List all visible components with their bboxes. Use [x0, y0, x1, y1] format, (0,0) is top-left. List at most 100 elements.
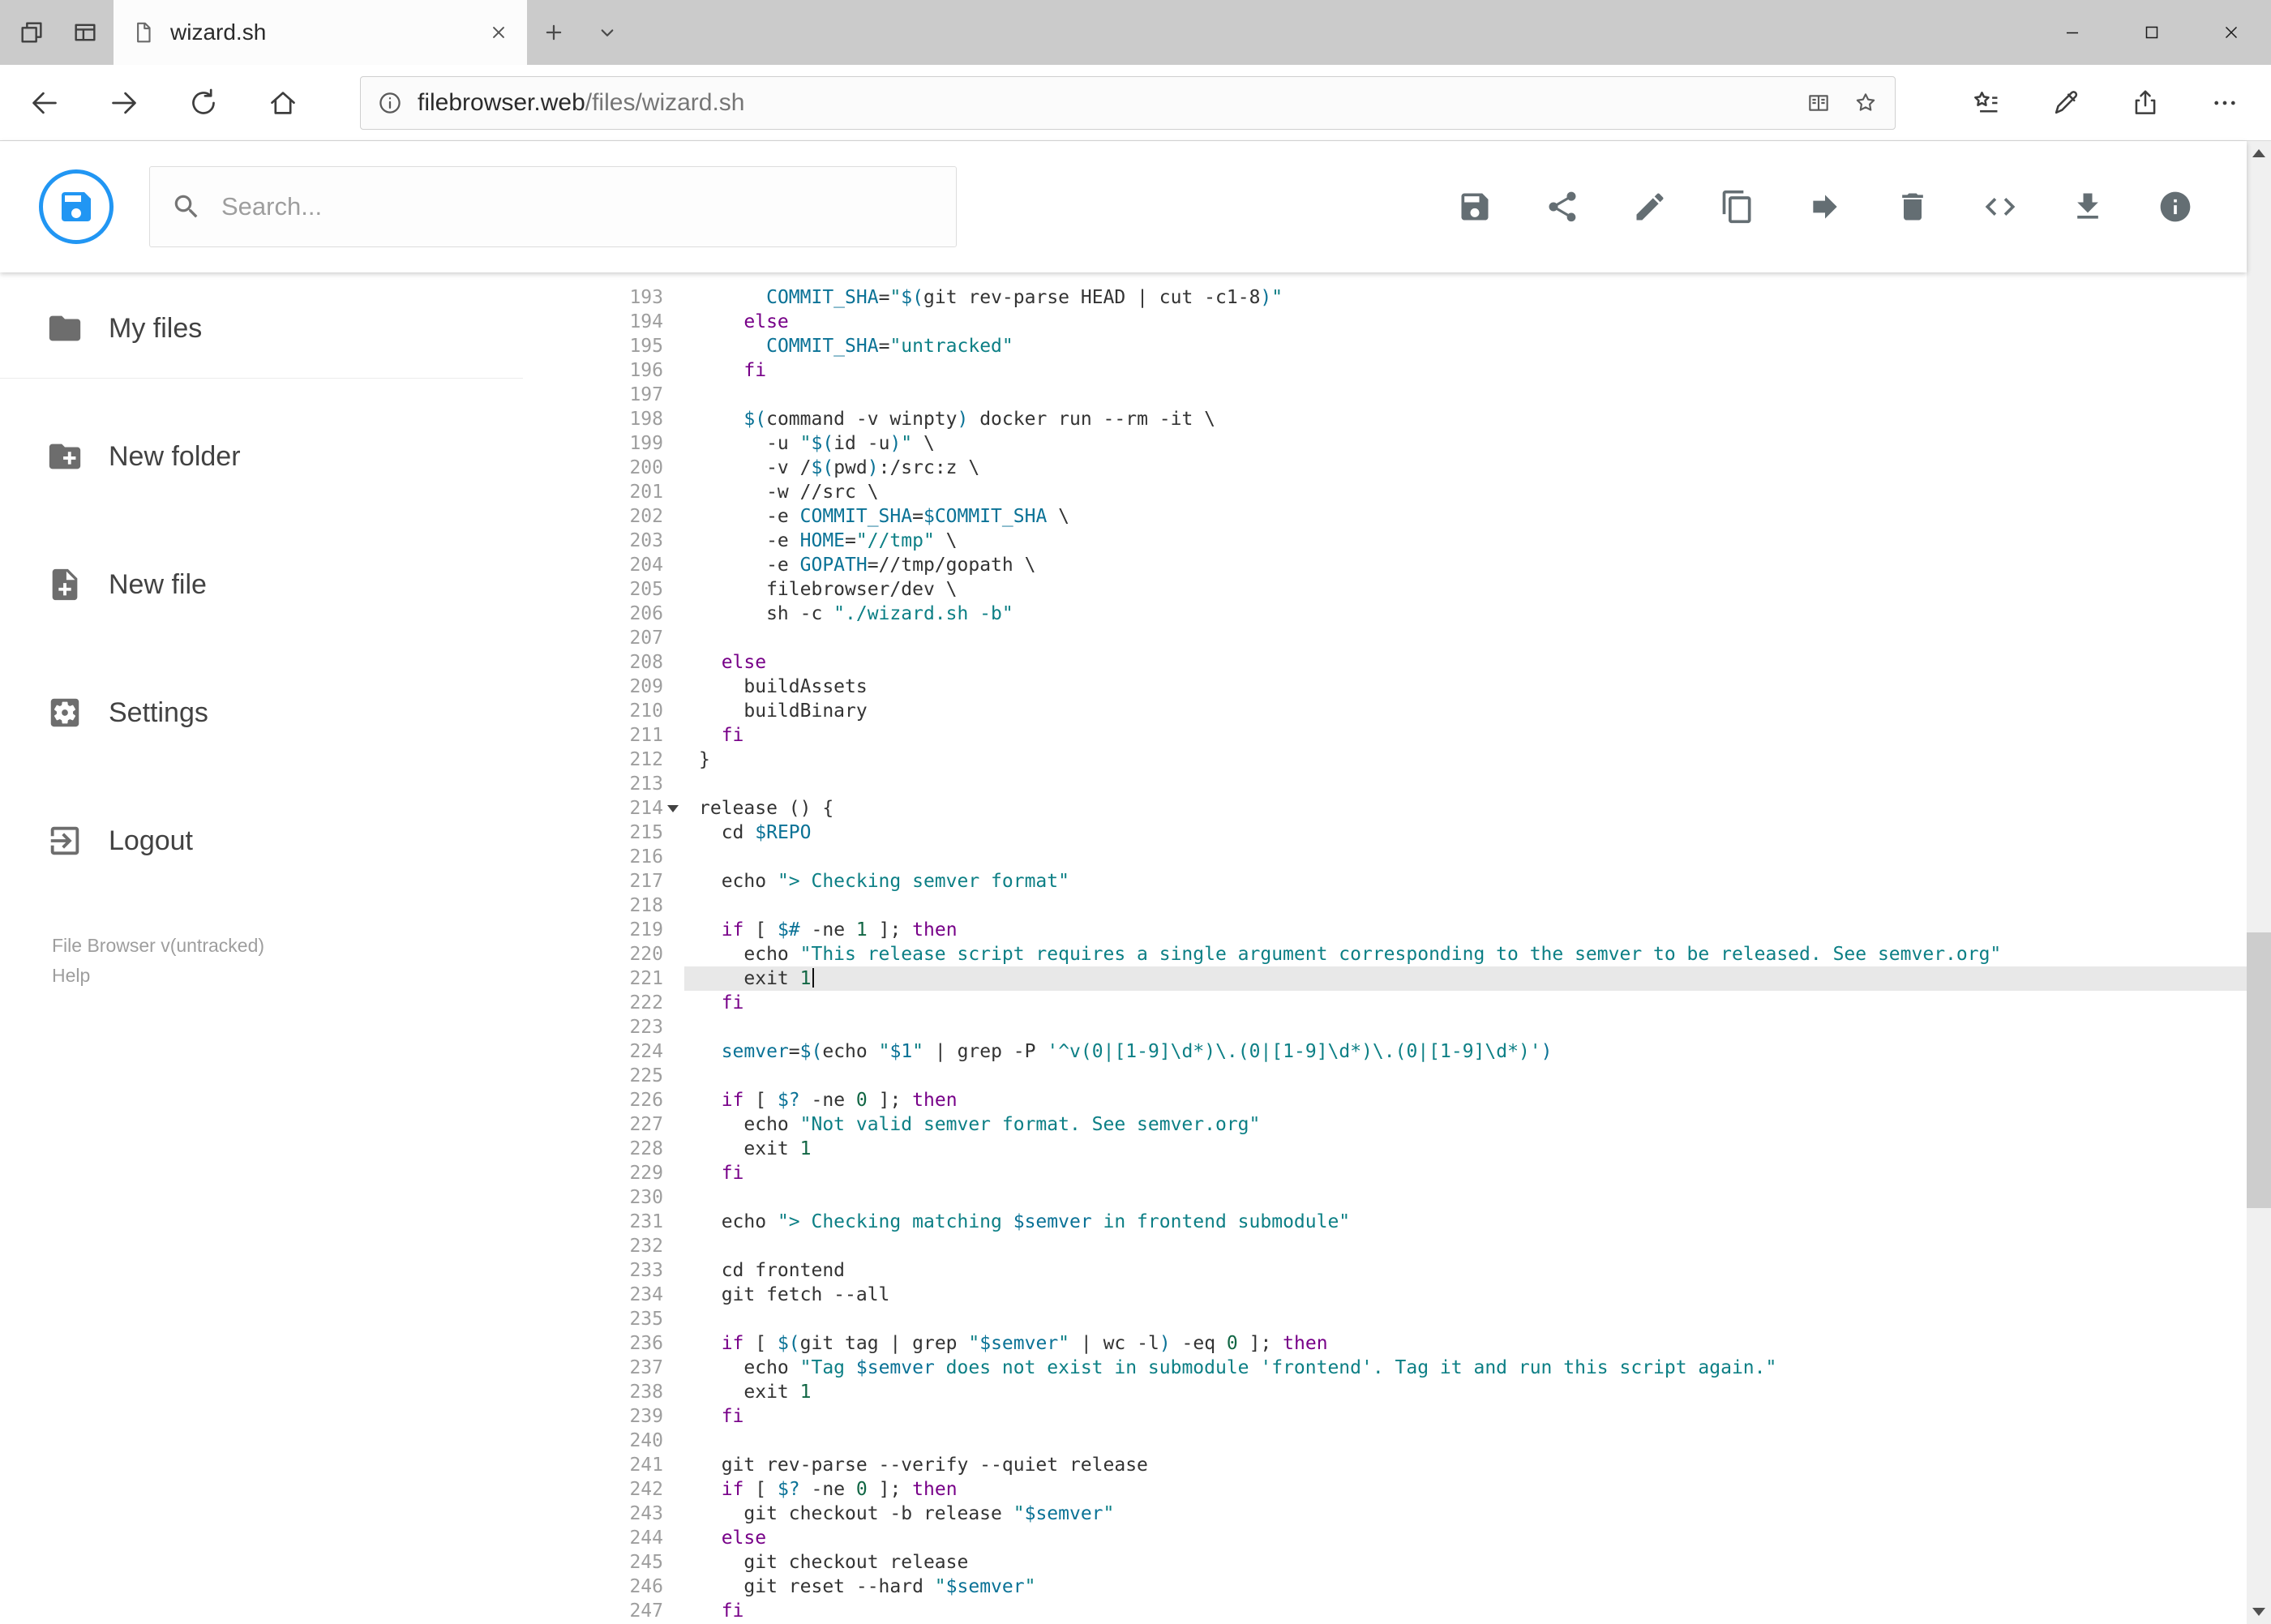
code-line[interactable]: 229 fi: [568, 1161, 2247, 1185]
code-line[interactable]: 227 echo "Not valid semver format. See s…: [568, 1112, 2247, 1137]
code-line[interactable]: 224 semver=$(echo "$1" | grep -P '^v(0|[…: [568, 1039, 2247, 1064]
code-line[interactable]: 212}: [568, 748, 2247, 772]
sidebar-item-my-files[interactable]: My files: [0, 279, 568, 378]
share-page-button[interactable]: [2117, 75, 2174, 131]
code-line[interactable]: 222 fi: [568, 991, 2247, 1015]
code-line[interactable]: 234 git fetch --all: [568, 1283, 2247, 1307]
code-line[interactable]: 245 git checkout release: [568, 1550, 2247, 1575]
browser-tab[interactable]: wizard.sh: [114, 0, 527, 65]
code-line[interactable]: 202 -e COMMIT_SHA=$COMMIT_SHA \: [568, 504, 2247, 529]
maximize-button[interactable]: [2112, 0, 2192, 65]
code-line[interactable]: 240: [568, 1429, 2247, 1453]
sidebar-item-settings[interactable]: Settings: [0, 663, 568, 762]
more-menu-button[interactable]: [2196, 75, 2253, 131]
code-line[interactable]: 198 $(command -v winpty) docker run --rm…: [568, 407, 2247, 431]
sidebar-item-new-folder[interactable]: New folder: [0, 407, 568, 506]
minimize-button[interactable]: [2033, 0, 2112, 65]
code-line[interactable]: 210 buildBinary: [568, 699, 2247, 723]
code-line[interactable]: 243 git checkout -b release "$semver": [568, 1502, 2247, 1526]
app-logo[interactable]: [39, 169, 114, 244]
reading-view-icon[interactable]: [1806, 90, 1832, 116]
code-line[interactable]: 204 -e GOPATH=//tmp/gopath \: [568, 553, 2247, 577]
scroll-down-icon[interactable]: [2247, 1600, 2271, 1624]
code-line[interactable]: 193 COMMIT_SHA="$(git rev-parse HEAD | c…: [568, 285, 2247, 310]
code-line[interactable]: 226 if [ $? -ne 0 ]; then: [568, 1088, 2247, 1112]
set-tabs-aside-icon[interactable]: [18, 19, 45, 46]
share-icon[interactable]: [1545, 189, 1580, 225]
code-line[interactable]: 209 buildAssets: [568, 675, 2247, 699]
back-button[interactable]: [16, 75, 73, 131]
home-button[interactable]: [255, 75, 311, 131]
code-line[interactable]: 201 -w //src \: [568, 480, 2247, 504]
code-line[interactable]: 213: [568, 772, 2247, 796]
copy-icon[interactable]: [1720, 189, 1755, 225]
window-close-button[interactable]: [2192, 0, 2271, 65]
code-line[interactable]: 203 -e HOME="//tmp" \: [568, 529, 2247, 553]
code-line[interactable]: 241 git rev-parse --verify --quiet relea…: [568, 1453, 2247, 1477]
move-icon[interactable]: [1807, 189, 1843, 225]
forward-button[interactable]: [96, 75, 152, 131]
download-icon[interactable]: [2070, 189, 2106, 225]
hub-favorites-button[interactable]: [1958, 75, 2015, 131]
code-line[interactable]: 221 exit 1: [568, 966, 2247, 991]
save-icon[interactable]: [1457, 189, 1493, 225]
tab-preview-icon[interactable]: [71, 19, 99, 46]
fold-marker-icon[interactable]: [663, 796, 684, 821]
code-line[interactable]: 196 fi: [568, 358, 2247, 383]
code-line[interactable]: 233 cd frontend: [568, 1258, 2247, 1283]
sidebar-item-logout[interactable]: Logout: [0, 791, 568, 890]
favorite-star-icon[interactable]: [1853, 90, 1879, 116]
code-editor[interactable]: 193 COMMIT_SHA="$(git rev-parse HEAD | c…: [568, 272, 2247, 1624]
code-line[interactable]: 228 exit 1: [568, 1137, 2247, 1161]
code-line[interactable]: 214 release () {: [568, 796, 2247, 821]
code-line[interactable]: 208 else: [568, 650, 2247, 675]
code-line[interactable]: 219 if [ $# -ne 1 ]; then: [568, 918, 2247, 942]
code-line[interactable]: 244 else: [568, 1526, 2247, 1550]
code-line[interactable]: 246 git reset --hard "$semver": [568, 1575, 2247, 1599]
code-line[interactable]: 247 fi: [568, 1599, 2247, 1623]
info-icon[interactable]: [2157, 189, 2193, 225]
scrollbar-thumb[interactable]: [2247, 932, 2271, 1208]
code-line[interactable]: 197: [568, 383, 2247, 407]
code-line[interactable]: 218: [568, 893, 2247, 918]
page-scrollbar[interactable]: [2247, 141, 2271, 1624]
code-line[interactable]: 236 if [ $(git tag | grep "$semver" | wc…: [568, 1331, 2247, 1356]
tab-list-button[interactable]: [581, 0, 634, 65]
scroll-up-icon[interactable]: [2247, 141, 2271, 165]
code-line[interactable]: 238 exit 1: [568, 1380, 2247, 1404]
code-line[interactable]: 194 else: [568, 310, 2247, 334]
code-line[interactable]: 199 -u "$(id -u)" \: [568, 431, 2247, 456]
code-line[interactable]: 232: [568, 1234, 2247, 1258]
help-link[interactable]: Help: [52, 961, 568, 991]
code-line[interactable]: 205 filebrowser/dev \: [568, 577, 2247, 602]
code-line[interactable]: 206 sh -c "./wizard.sh -b": [568, 602, 2247, 626]
code-icon[interactable]: [1982, 189, 2018, 225]
tab-close-icon[interactable]: [488, 22, 509, 43]
code-line[interactable]: 215 cd $REPO: [568, 821, 2247, 845]
edit-icon[interactable]: [1632, 189, 1668, 225]
refresh-button[interactable]: [175, 75, 232, 131]
code-line[interactable]: 237 echo "Tag $semver does not exist in …: [568, 1356, 2247, 1380]
code-line[interactable]: 200 -v /$(pwd):/src:z \: [568, 456, 2247, 480]
web-note-button[interactable]: [2037, 75, 2094, 131]
code-line[interactable]: 230: [568, 1185, 2247, 1210]
new-tab-button[interactable]: [527, 0, 581, 65]
code-line[interactable]: 242 if [ $? -ne 0 ]; then: [568, 1477, 2247, 1502]
search-input[interactable]: [221, 192, 935, 221]
code-line[interactable]: 239 fi: [568, 1404, 2247, 1429]
code-line[interactable]: 225: [568, 1064, 2247, 1088]
sidebar-item-new-file[interactable]: New file: [0, 535, 568, 634]
code-line[interactable]: 235: [568, 1307, 2247, 1331]
code-line[interactable]: 195 COMMIT_SHA="untracked": [568, 334, 2247, 358]
page-info-icon[interactable]: [377, 90, 403, 116]
code-line[interactable]: 217 echo "> Checking semver format": [568, 869, 2247, 893]
search-bar[interactable]: [149, 166, 957, 247]
code-line[interactable]: 220 echo "This release script requires a…: [568, 942, 2247, 966]
code-line[interactable]: 211 fi: [568, 723, 2247, 748]
code-line[interactable]: 231 echo "> Checking matching $semver in…: [568, 1210, 2247, 1234]
delete-icon[interactable]: [1895, 189, 1930, 225]
code-line[interactable]: 223: [568, 1015, 2247, 1039]
code-line[interactable]: 207: [568, 626, 2247, 650]
address-bar[interactable]: filebrowser.web/files/wizard.sh: [360, 75, 1896, 130]
code-line[interactable]: 216: [568, 845, 2247, 869]
